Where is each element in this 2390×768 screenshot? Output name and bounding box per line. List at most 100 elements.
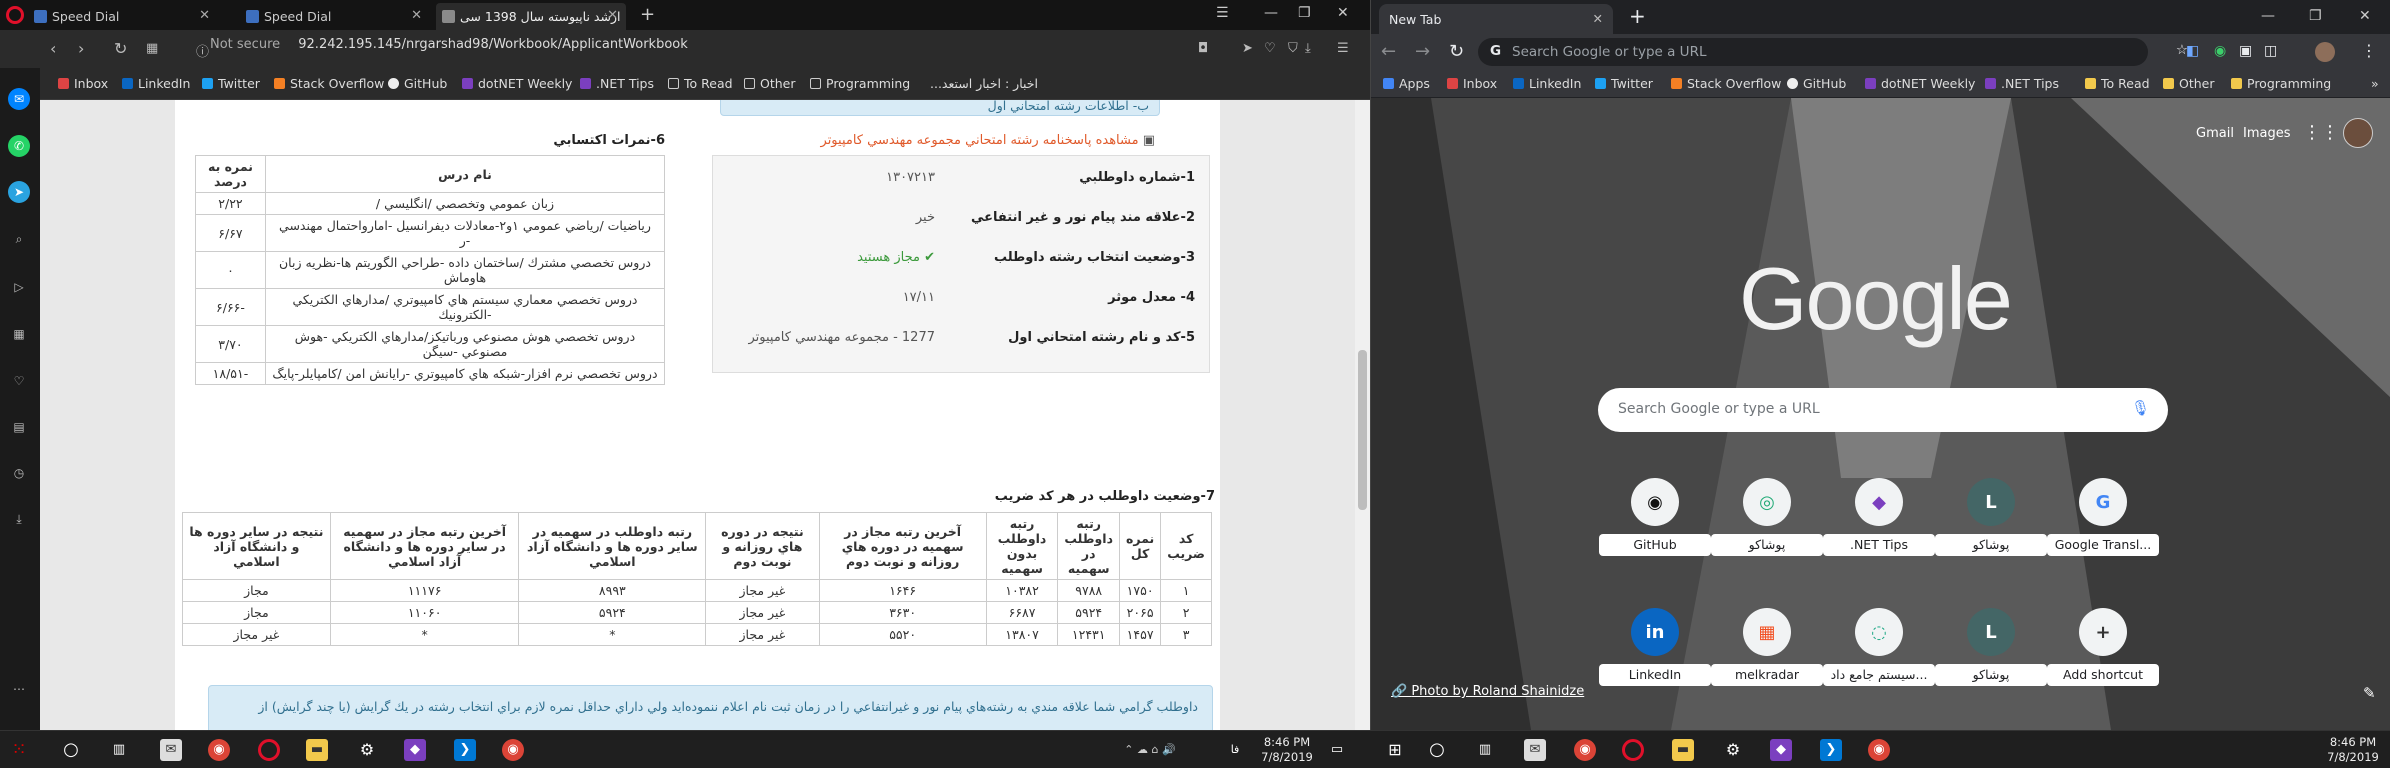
search-box[interactable]: Search Google or type a URL 🎙	[1598, 388, 2168, 432]
bookmark-twitter[interactable]: Twitter	[202, 76, 260, 91]
close-icon[interactable]: ✕	[411, 8, 422, 23]
shortcut-pooshako[interactable]: ◎ پوشاکو	[1711, 478, 1823, 556]
extension-icon[interactable]: ◫	[2264, 43, 2277, 59]
translate-icon[interactable]: ◧	[2186, 43, 2199, 59]
search-icon[interactable]: ○	[60, 739, 82, 761]
bookmark-other[interactable]: Other	[744, 76, 796, 91]
extension-icon[interactable]: ◉	[2214, 43, 2226, 59]
shortcut-pooshako-2[interactable]: L پوشاکو	[1935, 478, 2047, 556]
tab-speed-dial-1[interactable]: Speed Dial ✕	[28, 3, 218, 30]
search-icon[interactable]: ○	[1426, 739, 1448, 761]
bookmark-net-tips[interactable]: .NET Tips	[1985, 76, 2059, 91]
mail-icon[interactable]: ✉	[160, 739, 182, 761]
bookmark-programming[interactable]: Programming	[2231, 76, 2331, 91]
bookmark-linkedin[interactable]: LinkedIn	[122, 76, 190, 91]
avatar[interactable]	[2343, 118, 2373, 148]
new-tab-icon[interactable]: +	[1629, 4, 1646, 28]
bookmark-dotnet-weekly[interactable]: dotNET Weekly	[462, 76, 572, 91]
apps-grid-icon[interactable]: ⋮⋮	[2303, 122, 2339, 143]
news-icon[interactable]: ▤	[8, 416, 30, 438]
settings-icon[interactable]: ⚙	[356, 739, 378, 761]
more-icon[interactable]: ⋯	[8, 678, 30, 700]
bookmark-inbox[interactable]: Inbox	[1447, 76, 1497, 91]
shortcut-github[interactable]: ◉ GitHub	[1599, 478, 1711, 556]
forward-icon[interactable]: ›	[78, 39, 84, 58]
info-icon[interactable]: ⓘ	[196, 41, 209, 60]
shortcut-net-tips[interactable]: ◆ .NET Tips	[1823, 478, 1935, 556]
clock[interactable]: 8:46 PM 7/8/2019	[2318, 735, 2388, 765]
reload-icon[interactable]: ↻	[1449, 41, 1464, 62]
heart-icon[interactable]: ♡	[1264, 41, 1276, 56]
bookmark-twitter[interactable]: Twitter	[1595, 76, 1653, 91]
task-view-icon[interactable]: ▥	[108, 739, 130, 761]
extension-icon[interactable]: ▣	[2239, 43, 2252, 59]
camera-icon[interactable]: ◘	[1198, 41, 1208, 56]
history-icon[interactable]: ◷	[8, 462, 30, 484]
send-icon[interactable]: ▷	[8, 276, 30, 298]
avatar[interactable]	[2315, 42, 2335, 62]
messenger-icon[interactable]: ✉	[8, 88, 30, 110]
omnibox[interactable]: G Search Google or type a URL ☆	[1478, 38, 2188, 66]
language-indicator[interactable]: فا	[1224, 739, 1246, 761]
edit-icon[interactable]: ✎	[2363, 684, 2376, 702]
downloads-icon[interactable]: ⤓	[8, 508, 30, 530]
close-icon[interactable]: ✕	[1593, 11, 1603, 26]
bookmark-net-tips[interactable]: .NET Tips	[580, 76, 654, 91]
bookmark-github[interactable]: GitHub	[1787, 76, 1846, 91]
download-icon[interactable]: ⤓	[1305, 41, 1311, 56]
tab-workbook[interactable]: ارشد ناپیوسته سال 1398 سی ✕	[436, 3, 626, 30]
tab-new-tab[interactable]: New Tab ✕	[1379, 4, 1613, 34]
bookmark-linkedin[interactable]: LinkedIn	[1513, 76, 1581, 91]
mail-icon[interactable]: ✉	[1524, 739, 1546, 761]
task-view-icon[interactable]: ▥	[1474, 739, 1496, 761]
close-window-icon[interactable]: ✕	[1337, 5, 1349, 21]
send-icon[interactable]: ➤	[1242, 41, 1253, 56]
shortcut-melkradar[interactable]: ▦ melkradar	[1711, 608, 1823, 686]
answer-sheet-link[interactable]: ▣ مشاهده پاسخنامه رشته امتحاني مجموعه مه…	[715, 133, 1155, 148]
shortcut-google-translate[interactable]: G Google Transl...	[2047, 478, 2159, 556]
scrollbar-thumb[interactable]	[1358, 350, 1367, 510]
menu-icon[interactable]: ⋮	[2361, 41, 2377, 60]
vscode-icon[interactable]: ❯	[454, 739, 476, 761]
shortcut-system[interactable]: ◌ سیستم جامع داد...	[1823, 608, 1935, 686]
shortcut-linkedin[interactable]: in LinkedIn	[1599, 608, 1711, 686]
maximize-icon[interactable]: ❐	[2309, 8, 2322, 24]
maximize-icon[interactable]: ❐	[1298, 5, 1311, 21]
settings-icon[interactable]: ⚙	[1722, 739, 1744, 761]
opera-logo-icon[interactable]	[6, 6, 24, 24]
visual-studio-icon[interactable]: ◆	[404, 739, 426, 761]
chrome-icon[interactable]: ◉	[208, 739, 230, 761]
add-shortcut-button[interactable]: + Add shortcut	[2047, 608, 2159, 686]
minimize-icon[interactable]: —	[2261, 8, 2275, 24]
chrome-icon[interactable]: ◉	[1574, 739, 1596, 761]
new-tab-icon[interactable]: +	[640, 4, 655, 25]
windows-start-icon[interactable]: ⊞	[1384, 739, 1406, 761]
clock[interactable]: 8:46 PM 7/8/2019	[1252, 735, 1322, 765]
back-icon[interactable]: ‹	[50, 39, 56, 58]
photo-credit[interactable]: 🔗 Photo by Roland Shainidze	[1391, 684, 1584, 699]
bookmark-programming[interactable]: Programming	[810, 76, 910, 91]
tab-menu-icon[interactable]: ☰	[1216, 5, 1229, 21]
bookmark-dotnet-weekly[interactable]: dotNET Weekly	[1865, 76, 1975, 91]
opera-icon[interactable]	[258, 739, 280, 761]
whatsapp-icon[interactable]: ✆	[8, 135, 30, 157]
bookmark-github[interactable]: GitHub	[388, 76, 447, 91]
visual-studio-icon[interactable]: ◆	[1770, 739, 1792, 761]
close-icon[interactable]: ✕	[607, 8, 618, 23]
tab-speed-dial-2[interactable]: Speed Dial ✕	[240, 3, 430, 30]
more-bookmarks-icon[interactable]: »	[2371, 76, 2379, 91]
tabs-grid-icon[interactable]: ▦	[146, 41, 158, 56]
url-field[interactable]: Not secure 92.242.195.145/nrgarshad98/Wo…	[210, 37, 688, 52]
bookmark-news[interactable]: اخبار : اخبار استعد...	[930, 76, 1038, 91]
chrome-icon[interactable]: ◉	[502, 739, 524, 761]
bookmark-other[interactable]: Other	[2163, 76, 2215, 91]
gmail-link[interactable]: Gmail	[2196, 126, 2234, 141]
images-link[interactable]: Images	[2243, 126, 2291, 141]
speed-dial-icon[interactable]: ▦	[8, 323, 30, 345]
bookmark-stackoverflow[interactable]: Stack Overflow	[1671, 76, 1781, 91]
back-icon[interactable]: ←	[1381, 41, 1396, 62]
tray-icons[interactable]: ⌃ ☁ ⌂ 🔊	[1100, 739, 1200, 761]
notification-icon[interactable]: ▭	[1326, 739, 1348, 761]
shield-icon[interactable]: ⛉	[1288, 41, 1298, 56]
explorer-icon[interactable]: ▬	[306, 739, 328, 761]
